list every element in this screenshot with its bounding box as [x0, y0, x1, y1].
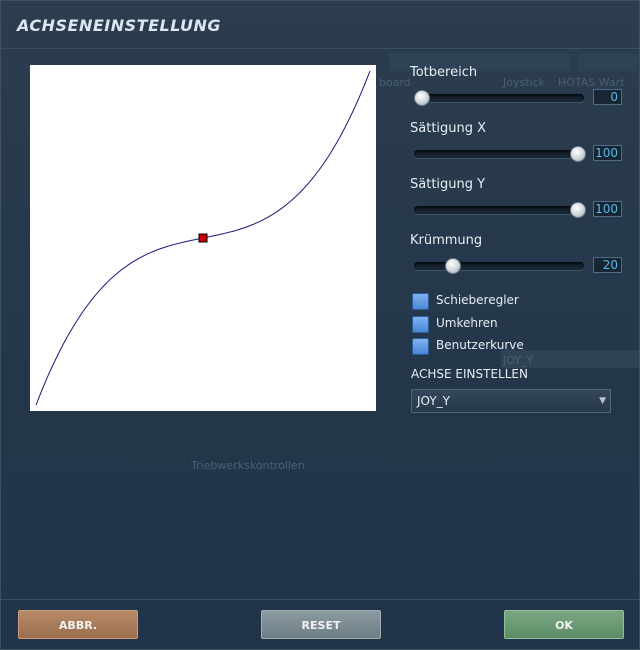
saturation-x-value[interactable]: 100	[593, 145, 622, 161]
axis-select-value: JOY_Y	[417, 394, 450, 408]
curvature-slider[interactable]	[414, 258, 584, 274]
user-curve-checkbox[interactable]	[412, 338, 429, 355]
reset-button[interactable]: RESET	[261, 610, 381, 639]
chevron-down-icon: ▼	[599, 396, 606, 406]
background-text-joy-y: JOY_Y	[503, 354, 534, 367]
deadzone-value[interactable]: 0	[593, 89, 622, 105]
saturation-y-value[interactable]: 100	[593, 201, 622, 217]
curvature-label: Krümmung	[410, 233, 483, 248]
cancel-button[interactable]: ABBR.	[18, 610, 138, 639]
dialog-title: ACHSENEINSTELLUNG	[17, 16, 222, 35]
invert-checkbox-label: Umkehren	[436, 316, 498, 330]
saturation-y-label: Sättigung Y	[410, 177, 486, 192]
curvature-slider-thumb[interactable]	[445, 258, 462, 274]
saturation-y-slider[interactable]	[414, 202, 586, 218]
footer-divider	[1, 599, 639, 600]
saturation-x-label: Sättigung X	[410, 121, 487, 136]
deadzone-label: Totbereich	[410, 65, 478, 80]
ok-button[interactable]: OK	[504, 610, 624, 639]
saturation-y-slider-thumb[interactable]	[570, 202, 586, 218]
deadzone-slider-thumb[interactable]	[414, 90, 430, 106]
saturation-x-slider-thumb[interactable]	[570, 146, 586, 162]
invert-checkbox[interactable]	[412, 316, 429, 333]
user-curve-checkbox-label: Benutzerkurve	[436, 338, 524, 352]
curve-center-marker[interactable]	[198, 233, 208, 243]
background-bar	[578, 53, 638, 71]
curvature-value[interactable]: 20	[593, 257, 622, 273]
saturation-x-slider[interactable]	[414, 146, 586, 162]
title-divider	[1, 48, 639, 49]
background-text-joystick: Joystick	[503, 76, 546, 89]
axis-settings-dialog: ACHSENEINSTELLUNG board Joystick HOTAS W…	[0, 0, 640, 650]
deadzone-slider[interactable]	[414, 90, 584, 106]
background-text-board: board	[379, 76, 411, 89]
response-curve-chart	[35, 70, 371, 406]
slider-checkbox-label: Schieberegler	[436, 293, 519, 307]
response-curve-preview	[30, 65, 376, 411]
slider-checkbox[interactable]	[412, 293, 429, 310]
set-axis-label: ACHSE EINSTELLEN	[411, 367, 528, 381]
background-text-engine: Triebwerkskontrollen	[191, 459, 305, 472]
background-text-hotas: HOTAS Wart	[558, 76, 625, 89]
axis-select[interactable]: JOY_Y ▼	[411, 389, 611, 413]
